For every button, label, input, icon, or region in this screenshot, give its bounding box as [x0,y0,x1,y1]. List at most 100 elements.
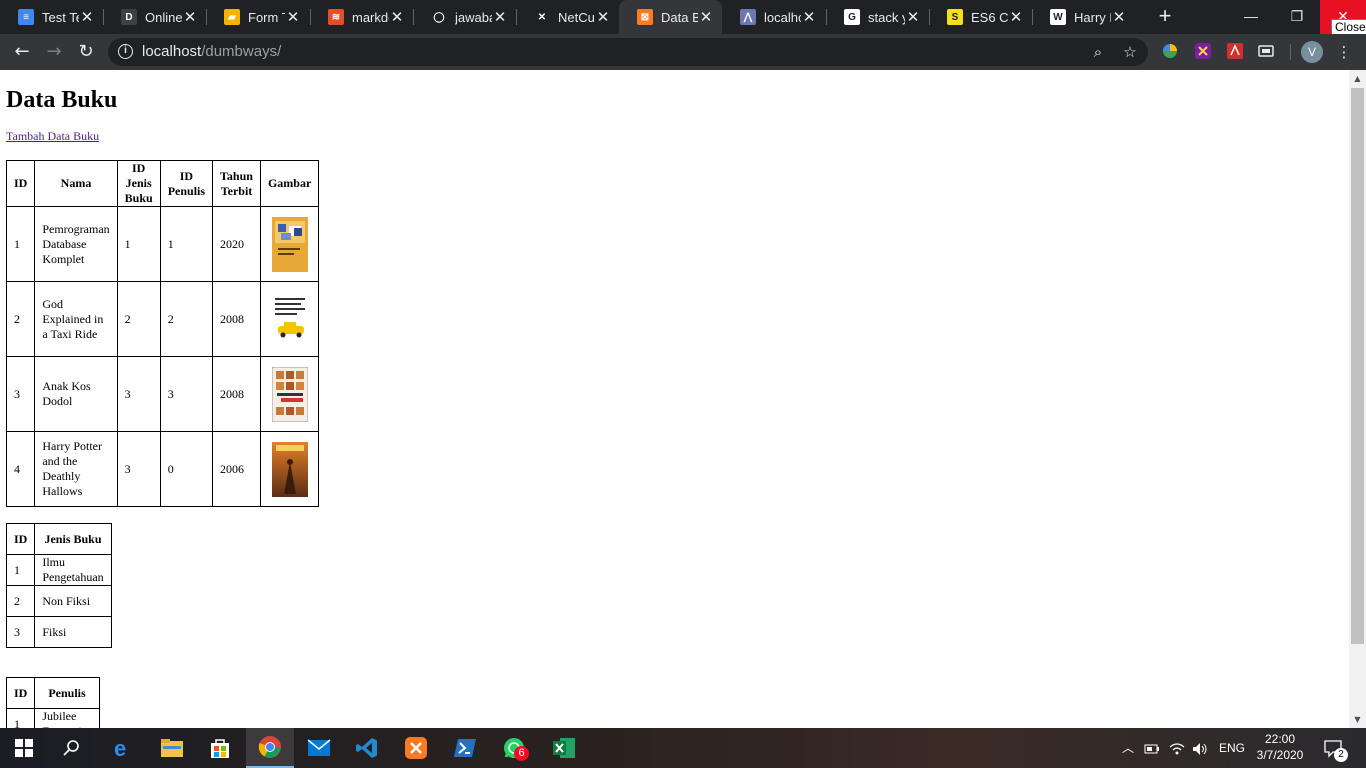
col-header-penulis: ID Penulis [159,160,214,207]
taskbar-file-explorer[interactable] [148,728,196,768]
table-row: 1 Jubilee Enterprise [5,708,100,728]
action-center-button[interactable]: 2 [1324,728,1348,768]
tab-close-icon[interactable]: ✕ [698,8,714,26]
forward-button[interactable]: → [42,40,66,64]
minimize-button[interactable]: — [1228,0,1274,34]
browser-tab[interactable]: D Online ✕ [103,0,206,34]
cell-penulis: 2 [159,281,214,357]
books-header-row: ID Nama ID Jenis Buku ID Penulis Tahun T… [5,160,320,207]
site-info-icon[interactable]: i [118,44,133,59]
taskbar-vscode[interactable] [343,728,391,768]
table-row: 3 Anak Kos Dodol 3 3 2008 [5,356,320,432]
tab-separator [929,9,930,25]
github-icon: ◯ [431,9,447,25]
url-path: /dumbways/ [201,43,282,60]
file-explorer-icon [161,739,183,757]
tab-close-icon[interactable]: ✕ [801,8,817,26]
browser-tab[interactable]: ◯ jawaba✕ [413,0,516,34]
scroll-up-arrow-icon[interactable]: ▲ [1349,70,1366,87]
book-cover-image [271,291,308,347]
browser-toolbar: ← → ↻ i localhost/dumbways/ ⌕ ☆ V ⋮ [0,34,1366,70]
reload-icon: ↻ [78,41,94,62]
search-button[interactable] [48,728,96,768]
chrome-icon [258,736,281,758]
book-cover-image [271,441,308,497]
cell-gambar [259,206,320,282]
notification-count-badge: 2 [1334,748,1348,762]
store-icon [211,739,229,758]
tab-close-icon[interactable]: ✕ [595,8,611,26]
taskbar-powershell[interactable] [441,728,489,768]
taskbar-excel[interactable] [540,728,588,768]
tab-close-icon[interactable]: ✕ [79,8,95,26]
tab-separator [103,9,104,25]
tray-clock[interactable]: 22:00 3/7/2020 [1255,731,1305,763]
taskbar-store[interactable] [196,728,244,768]
tray-battery-icon[interactable] [1144,728,1160,768]
taskbar-whatsapp[interactable]: 6 [490,728,538,768]
cell-id: 4 [5,431,36,507]
extension-cast-icon[interactable] [1256,42,1276,62]
new-tab-button[interactable]: + [1153,4,1177,28]
taskbar-xampp[interactable] [392,728,440,768]
tray-show-hidden-icon[interactable]: ︿ [1122,728,1134,768]
restore-button[interactable]: ❐ [1274,0,1320,34]
tab-close-icon[interactable]: ✕ [1008,8,1024,26]
tab-close-icon[interactable]: ✕ [389,8,405,26]
tray-volume-icon[interactable] [1192,728,1208,768]
books-table: ID Nama ID Jenis Buku ID Penulis Tahun T… [5,160,320,507]
genres-table: ID Jenis Buku 1 Ilmu Pengetahuan 2 Non F… [5,523,112,648]
scrollbar-thumb[interactable] [1351,88,1364,644]
browser-tab[interactable]: ≡ Test Tec✕ [0,0,103,34]
url-text[interactable]: localhost/dumbways/ [142,43,281,60]
cell-tahun: 2008 [212,281,261,357]
tab-close-icon[interactable]: ✕ [492,8,508,26]
taskbar-edge[interactable]: e [99,728,147,768]
whatsapp-badge: 6 [514,746,529,761]
vertical-scrollbar[interactable]: ▲ ▼ [1349,70,1366,728]
browser-tab[interactable]: ▰ Form Te✕ [206,0,309,34]
extension-pdf-icon[interactable] [1225,42,1245,62]
tab-separator [413,9,414,25]
svg-text:e: e [114,736,126,760]
back-button[interactable]: ← [10,40,34,64]
bookmark-star-icon[interactable]: ☆ [1120,42,1140,62]
browser-tab[interactable]: ✕ NetCut ✕ [516,0,619,34]
browser-tab[interactable]: ⋀ localho✕ [722,0,825,34]
tray-language[interactable]: ENG [1219,728,1245,768]
add-book-link[interactable]: Tambah Data Buku [6,129,99,144]
tab-close-icon[interactable]: ✕ [285,8,301,26]
tab-close-icon[interactable]: ✕ [905,8,921,26]
zoom-icon[interactable]: ⌕ [1088,42,1108,62]
cell-id: 2 [5,281,36,357]
col-header-id: ID [5,523,36,555]
tab-close-icon[interactable]: ✕ [1111,8,1127,26]
authors-table: ID Penulis 1 Jubilee Enterprise [5,677,100,728]
cell-nama: Anak Kos Dodol [34,356,118,432]
taskbar-mail[interactable] [295,728,343,768]
table-row: 1 Pemrograman Database Komplet 1 1 2020 [5,206,320,282]
tab-title: markdo [352,9,389,25]
address-bar[interactable]: i localhost/dumbways/ ⌕ ☆ [108,38,1148,66]
reload-button[interactable]: ↻ [74,40,98,64]
tab-separator [826,9,827,25]
browser-tab[interactable]: ⊠ Data Bu✕ [619,0,722,34]
browser-tab[interactable]: ≋ markdo✕ [310,0,413,34]
scroll-down-arrow-icon[interactable]: ▼ [1349,711,1366,728]
browser-tab[interactable]: W Harry P✕ [1032,0,1135,34]
taskbar-chrome[interactable] [246,728,294,768]
tab-separator [516,9,517,25]
start-button[interactable] [0,728,48,768]
col-header-tahun: Tahun Terbit [212,160,261,207]
tab-close-icon[interactable]: ✕ [182,8,198,26]
menu-kebab-icon[interactable]: ⋮ [1334,42,1354,62]
vscode-icon [356,738,377,758]
xampp-icon [405,737,427,759]
browser-tab[interactable]: Gstack y ✕ [826,0,929,34]
cell-nama: Pemrograman Database Komplet [34,206,118,282]
extension-x-icon[interactable] [1193,42,1213,62]
browser-tab[interactable]: S ES6 Co✕ [929,0,1032,34]
extension-drive-icon[interactable] [1160,42,1180,62]
tray-wifi-icon[interactable] [1169,728,1185,768]
profile-avatar[interactable]: V [1301,41,1323,63]
